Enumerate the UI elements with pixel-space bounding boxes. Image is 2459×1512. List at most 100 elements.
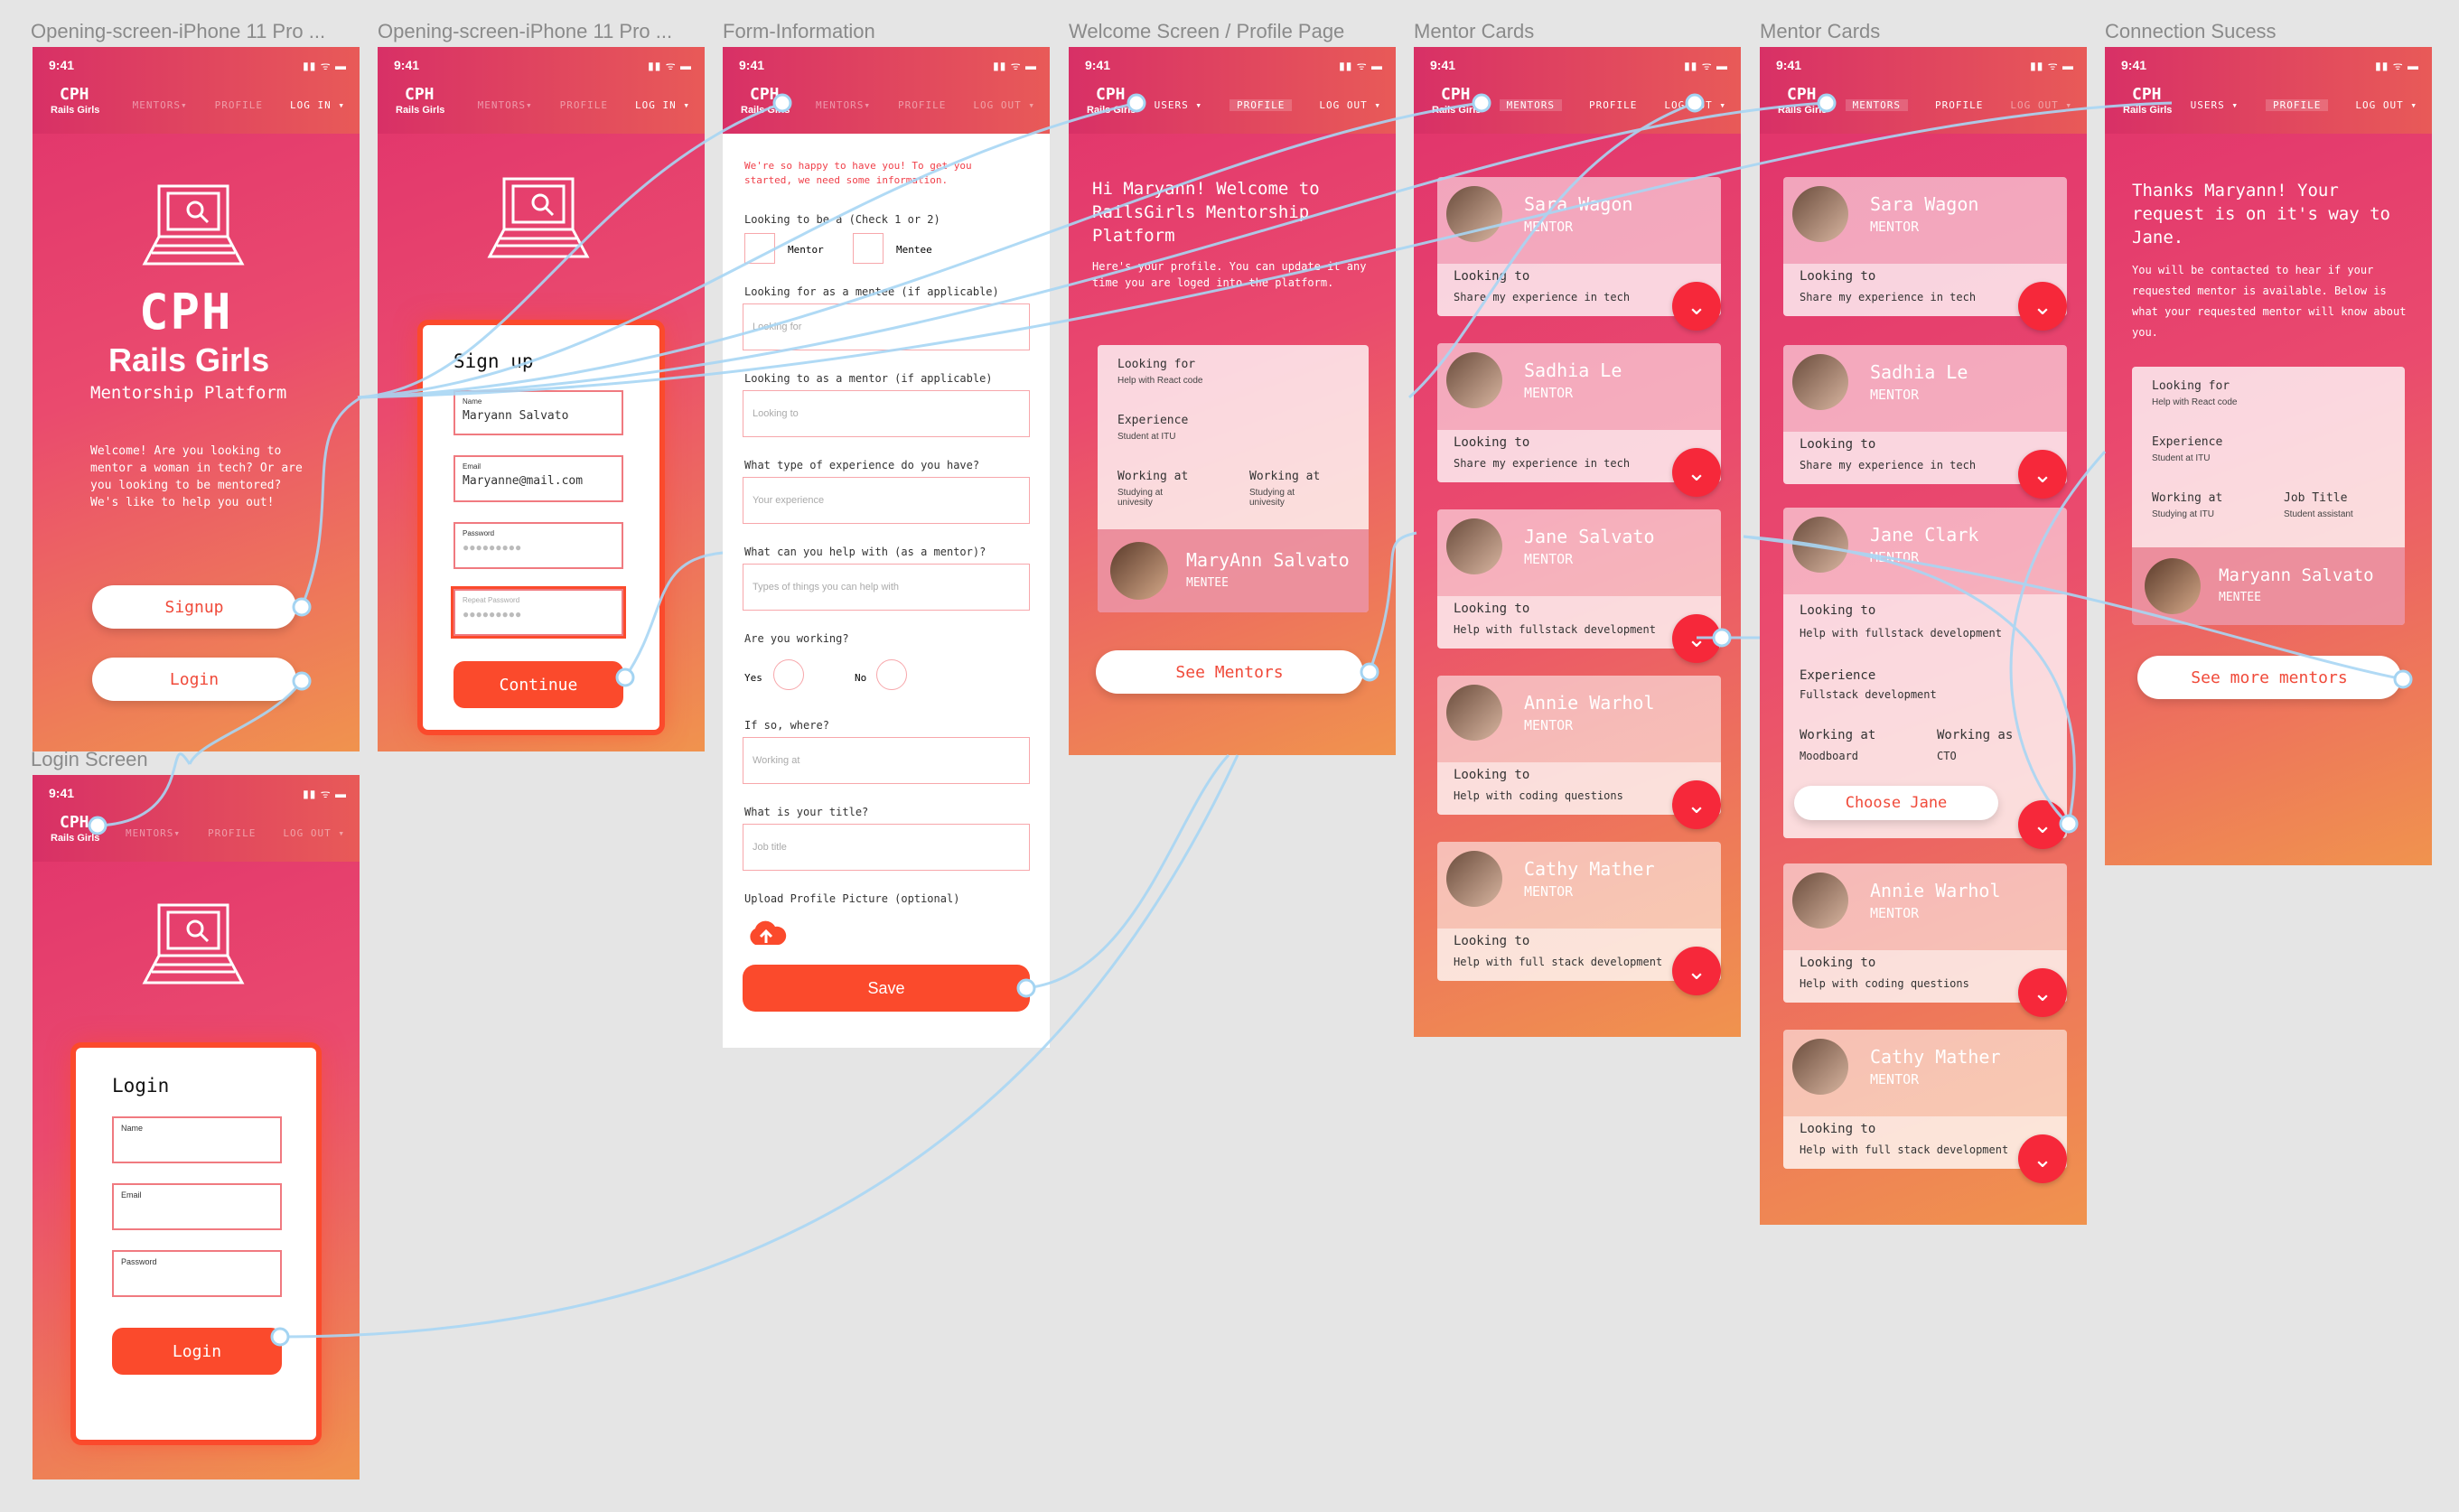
mentor-role: MENTOR — [1870, 905, 1920, 921]
nav-login[interactable]: LOG IN ▾ — [290, 99, 345, 111]
login-name-field[interactable]: Name — [112, 1116, 282, 1163]
chevron-down-icon[interactable]: ⌄ — [2018, 282, 2067, 331]
looking-to-label: Looking to — [1454, 934, 1530, 948]
mentor-name: Cathy Mather — [1524, 858, 1655, 880]
logo[interactable]: CPH — [1441, 85, 1471, 104]
mentee-checkbox[interactable] — [853, 233, 884, 264]
password-field[interactable]: Password ●●●●●●●●● — [453, 522, 623, 569]
welcome-subtext: Here's your profile. You can update it a… — [1092, 260, 1367, 289]
looking-for-label: Looking for — [2152, 379, 2230, 393]
continue-button[interactable]: Continue — [453, 661, 623, 708]
chevron-down-icon[interactable]: ⌄ — [1672, 780, 1721, 829]
nav-logout[interactable]: LOG OUT ▾ — [1319, 99, 1381, 111]
nav-logout[interactable]: LOG OUT ▾ — [2010, 99, 2072, 111]
status-icons: ▮▮ ᯤ ▬ — [993, 60, 1037, 72]
no-radio[interactable] — [876, 659, 907, 690]
working-at-input[interactable]: Working at — [743, 737, 1030, 784]
logo-subtitle: Rails Girls — [51, 105, 100, 116]
nav-profile[interactable]: PROFILE — [1589, 99, 1637, 111]
upload-cloud-icon[interactable] — [744, 918, 788, 950]
looking-to-label: Looking to — [1454, 768, 1530, 782]
experience-label: Experience — [1117, 414, 1189, 427]
q-looking-for: Looking for as a mentee (if applicable) — [744, 285, 999, 298]
repeat-password-field[interactable]: Repeat Password ●●●●●●●●● — [453, 589, 623, 636]
looking-to-value: Help with coding questions — [1454, 789, 1623, 802]
yes-radio[interactable] — [773, 659, 804, 690]
nav-profile[interactable]: PROFILE — [898, 99, 946, 111]
chevron-down-icon[interactable]: ⌄ — [2018, 1134, 2067, 1183]
mentor-name: Sara Wagon — [1870, 193, 1979, 215]
experience-input[interactable]: Your experience — [743, 477, 1030, 524]
nav-logout[interactable]: LOG OUT ▾ — [283, 827, 345, 839]
mentor-card-expanded[interactable]: Jane Clark MENTOR Looking to Help with f… — [1783, 508, 2067, 838]
logo[interactable]: CPH — [60, 85, 89, 104]
chevron-down-icon[interactable]: ⌄ — [1672, 282, 1721, 331]
name-field[interactable]: Name Maryann Salvato — [453, 390, 623, 435]
nav-mentors[interactable]: MENTORS▾ — [816, 99, 871, 111]
nav-profile[interactable]: PROFILE — [560, 99, 608, 111]
logo[interactable]: CPH — [1096, 85, 1126, 104]
nav-logout[interactable]: LOG OUT ▾ — [2355, 99, 2417, 111]
status-time: 9:41 — [2121, 58, 2147, 72]
looking-to-input[interactable]: Looking to — [743, 390, 1030, 437]
logo[interactable]: CPH — [60, 813, 89, 832]
nav-login[interactable]: LOG IN ▾ — [635, 99, 690, 111]
signup-title: Sign up — [453, 350, 534, 372]
help-with-input[interactable]: Types of things you can help with — [743, 564, 1030, 611]
nav-profile[interactable]: PROFILE — [215, 99, 263, 111]
job-title-input[interactable]: Job title — [743, 824, 1030, 871]
signup-card: Sign up Name Maryann Salvato Email Marya… — [423, 325, 659, 730]
looking-for-input[interactable]: Looking for — [743, 303, 1030, 350]
mentor-name: Sadhia Le — [1524, 359, 1622, 381]
mentor-role: MENTOR — [1524, 717, 1574, 733]
see-more-mentors-button[interactable]: See more mentors — [2137, 656, 2401, 699]
logo[interactable]: CPH — [750, 85, 780, 104]
mentor-checkbox[interactable] — [744, 233, 775, 264]
nav-logout[interactable]: LOG OUT ▾ — [973, 99, 1035, 111]
nav-profile[interactable]: PROFILE — [208, 827, 256, 839]
nav-mentors[interactable]: MENTORS▾ — [133, 99, 188, 111]
chevron-down-icon[interactable]: ⌄ — [1672, 448, 1721, 497]
login-submit-button[interactable]: Login — [112, 1328, 282, 1375]
welcome-profile-frame: 9:41 ▮▮ ᯤ ▬ CPH Rails Girls USERS ▾ PROF… — [1069, 47, 1396, 755]
status-time: 9:41 — [1430, 58, 1456, 72]
looking-to-value: Share my experience in tech — [1800, 291, 1977, 303]
login-email-field[interactable]: Email — [112, 1183, 282, 1230]
nav-mentors[interactable]: MENTORS▾ — [126, 827, 181, 839]
opening-screen-frame: 9:41 ▮▮ ᯤ ▬ CPH Rails Girls MENTORS▾ PRO… — [33, 47, 360, 751]
nav-users[interactable]: USERS ▾ — [2191, 99, 2239, 111]
nav-profile[interactable]: PROFILE — [1230, 99, 1293, 111]
see-mentors-button[interactable]: See Mentors — [1096, 650, 1363, 694]
nav-mentors[interactable]: MENTORS — [1499, 99, 1563, 111]
avatar — [2145, 558, 2201, 614]
login-password-field[interactable]: Password — [112, 1250, 282, 1297]
signup-button[interactable]: Signup — [92, 585, 296, 629]
avatar — [1792, 354, 1848, 410]
nav-profile[interactable]: PROFILE — [2266, 99, 2329, 111]
nav-bar: 9:41 ▮▮ ᯤ ▬ CPH Rails Girls USERS ▾ PROF… — [2105, 47, 2432, 134]
login-screen-frame: 9:41 ▮▮ ᯤ ▬ CPH Rails Girls MENTORS▾ PRO… — [33, 775, 360, 1479]
nav-users[interactable]: USERS ▾ — [1155, 99, 1202, 111]
nav-logout[interactable]: LOG OUT ▾ — [1664, 99, 1726, 111]
choose-jane-button[interactable]: Choose Jane — [1794, 786, 1998, 820]
chevron-down-icon[interactable]: ⌄ — [1672, 947, 1721, 995]
logo[interactable]: CPH — [2132, 85, 2162, 104]
chevron-down-icon[interactable]: ⌄ — [1672, 614, 1721, 663]
logo[interactable]: CPH — [1787, 85, 1817, 104]
q-experience: What type of experience do you have? — [744, 459, 980, 471]
login-button[interactable]: Login — [92, 658, 296, 701]
chevron-down-icon[interactable]: ⌄ — [2018, 968, 2067, 1017]
chevron-down-icon[interactable]: ⌄ — [2018, 450, 2067, 499]
email-field[interactable]: Email Maryanne@mail.com — [453, 455, 623, 502]
frame-label-welcome: Welcome Screen / Profile Page — [1069, 20, 1345, 42]
laptop-icon — [487, 177, 590, 258]
email-label: Email — [463, 462, 482, 471]
looking-to-value: Help with coding questions — [1800, 977, 1969, 990]
logo[interactable]: CPH — [405, 85, 435, 104]
nav-mentors[interactable]: MENTORS — [1845, 99, 1909, 111]
chevron-down-icon[interactable]: ⌄ — [2018, 800, 2067, 849]
nav-profile[interactable]: PROFILE — [1935, 99, 1983, 111]
nav-mentors[interactable]: MENTORS▾ — [478, 99, 533, 111]
save-button[interactable]: Save — [743, 965, 1030, 1012]
logo-subtitle: Rails Girls — [2123, 105, 2173, 116]
